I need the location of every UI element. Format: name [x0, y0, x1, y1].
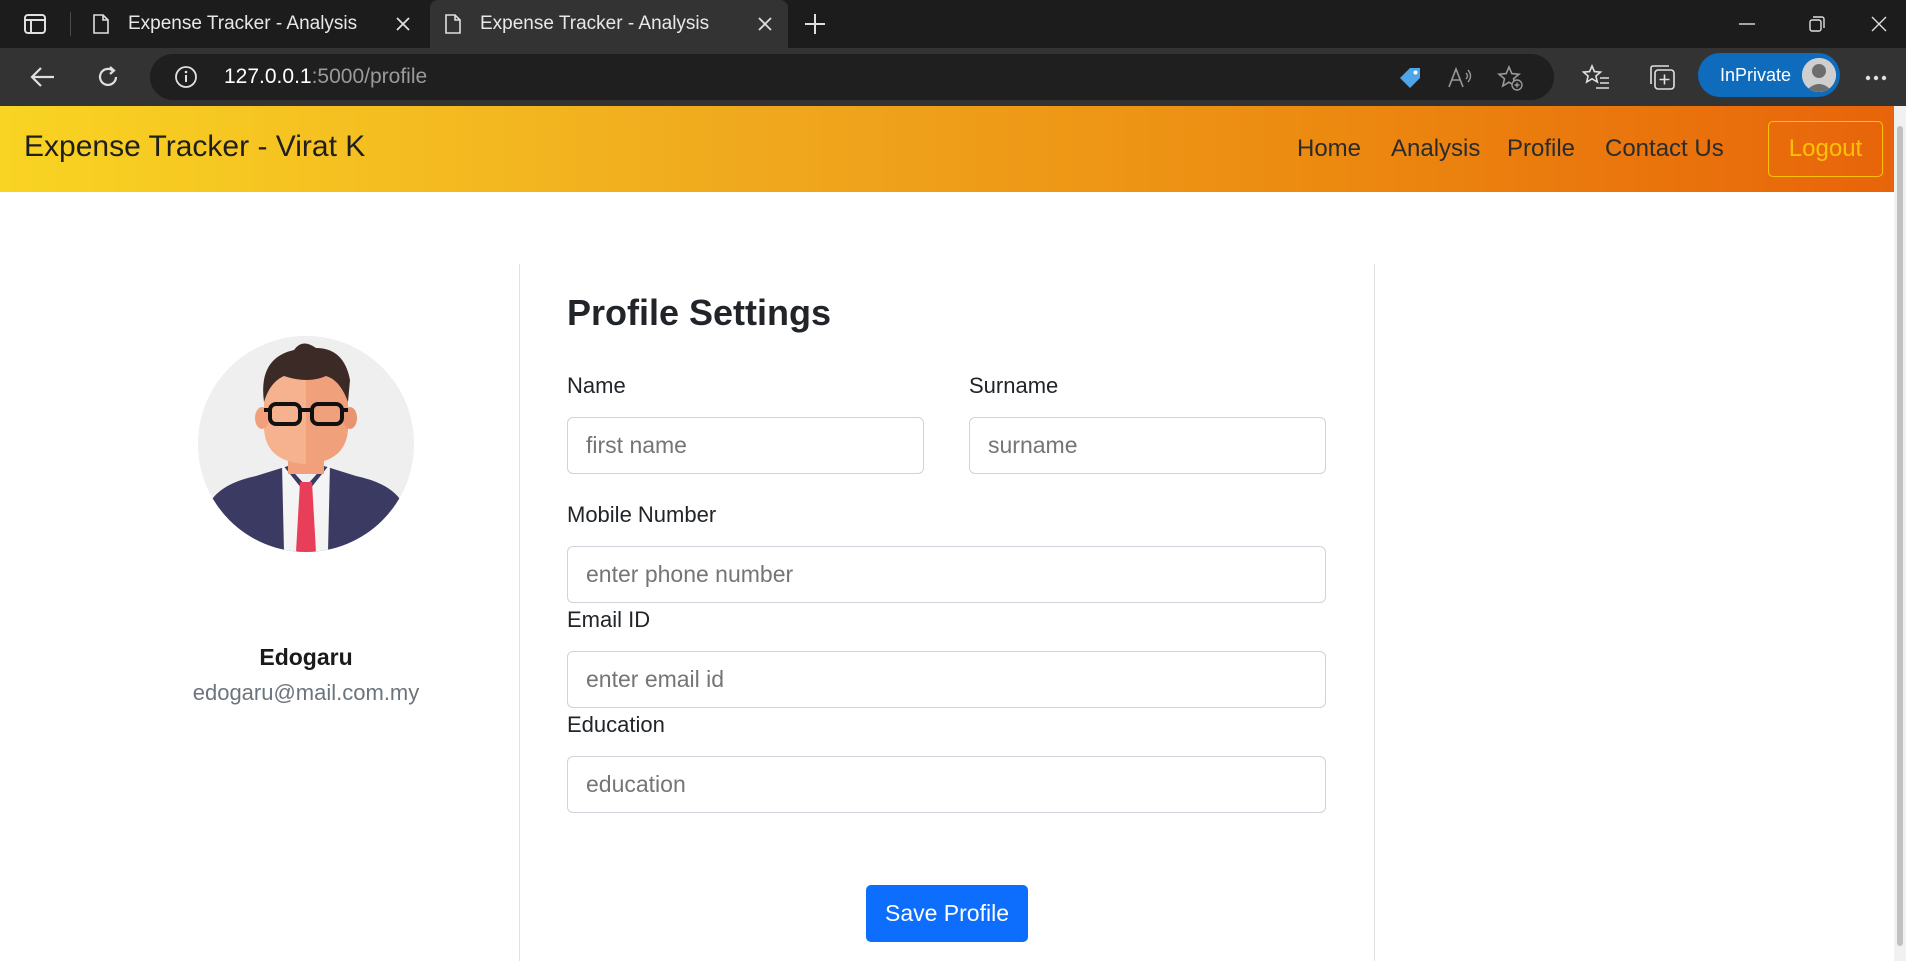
surname-label: Surname: [969, 373, 1059, 398]
tab-title: Expense Tracker - Analysis: [128, 13, 358, 34]
tab-separator: [70, 12, 71, 36]
url-host: 127.0.0.1: [224, 65, 312, 88]
collections-icon[interactable]: [1646, 61, 1678, 93]
minimize-icon[interactable]: [1712, 0, 1782, 48]
email-label: Email ID: [567, 607, 651, 632]
education-label: Education: [567, 712, 665, 737]
browser-tab-strip: Expense Tracker - Analysis Expense Track…: [0, 0, 1906, 48]
page-icon: [90, 13, 112, 35]
nav-analysis-link[interactable]: Analysis: [1391, 135, 1480, 163]
back-arrow-icon[interactable]: [20, 56, 64, 98]
save-profile-button[interactable]: Save Profile: [866, 885, 1028, 942]
mobile-number-label: Mobile Number: [567, 502, 717, 527]
url-text: 127.0.0.1:5000/profile: [224, 65, 427, 89]
profile-avatar-icon: [1802, 58, 1836, 92]
shopping-tag-icon[interactable]: [1396, 64, 1424, 92]
page-icon: [442, 13, 464, 35]
site-navbar: Expense Tracker - Virat K Home Analysis …: [0, 106, 1894, 192]
url-path: :5000/profile: [311, 65, 428, 88]
profile-email: edogaru@mail.com.my: [192, 680, 420, 705]
add-favorite-icon[interactable]: [1496, 64, 1524, 92]
close-window-icon[interactable]: [1852, 0, 1906, 48]
favorites-icon[interactable]: [1580, 61, 1612, 93]
column-divider-left: [519, 264, 520, 961]
tab-actions-icon[interactable]: [20, 12, 50, 36]
nav-profile-link[interactable]: Profile: [1507, 135, 1575, 163]
inprivate-label: InPrivate: [1720, 64, 1792, 85]
page-viewport: Expense Tracker - Virat K Home Analysis …: [0, 106, 1906, 961]
close-tab-icon[interactable]: [750, 9, 780, 39]
page-scrollbar[interactable]: [1894, 106, 1906, 961]
profile-settings-title: Profile Settings: [567, 292, 832, 333]
inprivate-profile-button[interactable]: InPrivate: [1698, 53, 1840, 97]
email-input[interactable]: [567, 651, 1326, 708]
profile-avatar-image: [198, 336, 414, 552]
tab-title: Expense Tracker - Analysis: [480, 13, 710, 34]
mobile-number-input[interactable]: [567, 546, 1326, 603]
first-name-input[interactable]: [567, 417, 924, 474]
site-info-icon[interactable]: [174, 65, 198, 89]
browser-tab-1[interactable]: Expense Tracker - Analysis: [78, 0, 426, 48]
column-divider-right: [1374, 264, 1375, 961]
logout-button[interactable]: Logout: [1768, 121, 1883, 177]
close-tab-icon[interactable]: [388, 9, 418, 39]
name-label: Name: [567, 373, 626, 398]
more-options-icon[interactable]: [1860, 62, 1892, 94]
nav-home-link[interactable]: Home: [1297, 135, 1361, 163]
nav-contact-link[interactable]: Contact Us: [1605, 135, 1724, 163]
read-aloud-icon[interactable]: [1446, 64, 1474, 92]
scrollbar-thumb[interactable]: [1897, 126, 1903, 946]
surname-input[interactable]: [969, 417, 1326, 474]
navbar-brand[interactable]: Expense Tracker - Virat K: [24, 130, 365, 164]
browser-tab-2-active[interactable]: Expense Tracker - Analysis: [430, 0, 788, 48]
profile-name: Edogaru: [259, 644, 353, 670]
browser-toolbar: 127.0.0.1:5000/profile InPrivate: [0, 48, 1906, 106]
address-bar[interactable]: 127.0.0.1:5000/profile: [150, 54, 1554, 100]
restore-icon[interactable]: [1782, 0, 1852, 48]
education-input[interactable]: [567, 756, 1326, 813]
new-tab-icon[interactable]: [798, 8, 832, 40]
reload-icon[interactable]: [86, 56, 130, 98]
